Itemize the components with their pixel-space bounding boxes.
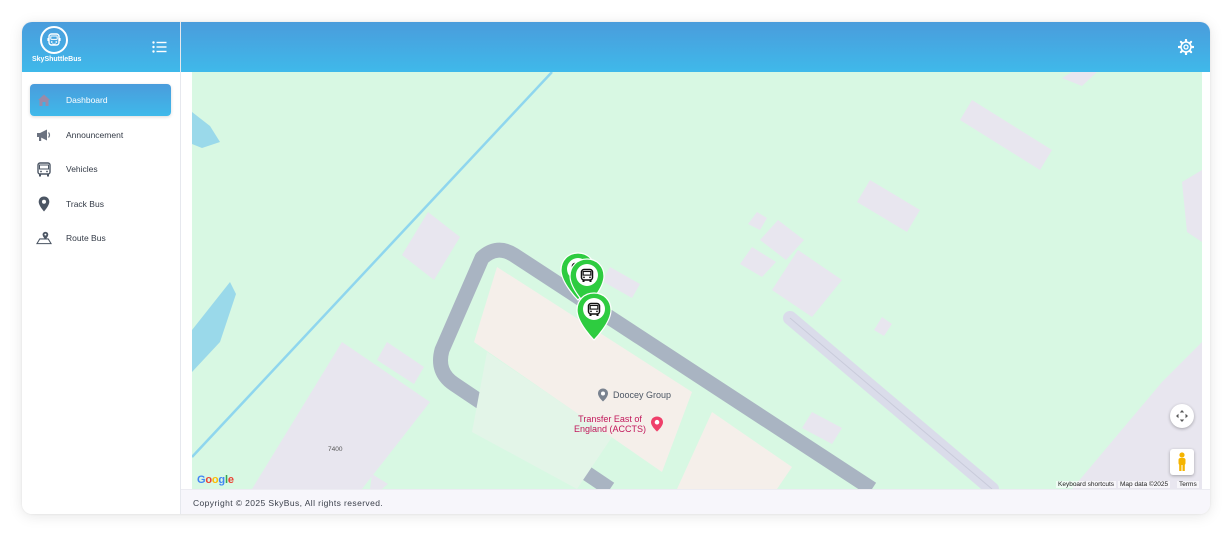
- sidebar-item-label: Vehicles: [66, 164, 98, 174]
- map-view[interactable]: Doocey Group Transfer East of England (A…: [192, 72, 1202, 489]
- sidebar-item-dashboard[interactable]: Dashboard: [30, 84, 171, 116]
- google-logo: Google: [197, 474, 234, 486]
- terms-link[interactable]: Terms: [1177, 481, 1199, 488]
- poi-label-line1: Transfer East of: [578, 414, 642, 424]
- copyright-text: Copyright © 2025 SkyBus, All rights rese…: [193, 498, 384, 508]
- poi-transfer-east-england[interactable]: Transfer East of England (ACCTS): [574, 414, 664, 434]
- sidebar-item-label: Dashboard: [66, 95, 108, 105]
- bus-marker[interactable]: [576, 292, 612, 342]
- megaphone-icon: [36, 127, 52, 143]
- sidebar: SkyShuttleBus Dashboard Announcement Veh…: [22, 22, 181, 514]
- home-icon: [36, 92, 52, 108]
- brand-name: SkyShuttleBus: [32, 56, 82, 63]
- sidebar-item-label: Announcement: [66, 129, 124, 140]
- street-view-pegman-button[interactable]: [1170, 449, 1194, 475]
- brand-header: SkyShuttleBus: [22, 22, 180, 72]
- top-bar: [181, 22, 1210, 72]
- bus-face-icon[interactable]: [40, 26, 68, 54]
- sidebar-item-track-bus[interactable]: Track Bus: [30, 188, 171, 220]
- app-window: SkyShuttleBus Dashboard Announcement Veh…: [22, 22, 1210, 514]
- sidebar-item-label: Route Bus: [66, 233, 106, 243]
- poi-label-line2: England (ACCTS): [574, 424, 647, 434]
- sidebar-item-route-bus[interactable]: Route Bus: [30, 222, 171, 254]
- poi-pin-icon: [651, 416, 664, 432]
- pegman-icon: [1178, 452, 1186, 471]
- footer: Copyright © 2025 SkyBus, All rights rese…: [181, 489, 1210, 514]
- camera-control-button[interactable]: [1170, 404, 1194, 428]
- poi-label: Transfer East of England (ACCTS): [574, 414, 646, 434]
- sidebar-nav: Dashboard Announcement Vehicles Track Bu…: [30, 84, 171, 257]
- building-number: 7400: [328, 446, 343, 453]
- gear-icon[interactable]: [1177, 38, 1195, 56]
- poi-doocey-group[interactable]: Doocey Group: [597, 388, 671, 402]
- bus-icon: [36, 161, 52, 177]
- sidebar-item-label: Track Bus: [66, 198, 104, 209]
- map-tiles: [192, 72, 1202, 489]
- poi-label: Doocey Group: [613, 390, 672, 400]
- location-pin-icon: [36, 196, 52, 212]
- menu-list-icon[interactable]: [150, 38, 168, 56]
- move-arrows-icon: [1176, 410, 1188, 422]
- map-data-attribution: Map data ©2025: [1118, 481, 1171, 488]
- sidebar-item-vehicles[interactable]: Vehicles: [30, 153, 171, 185]
- keyboard-shortcuts-link[interactable]: Keyboard shortcuts: [1056, 481, 1117, 488]
- map-route-icon: [36, 230, 52, 246]
- sidebar-item-announcement[interactable]: Announcement: [30, 119, 171, 151]
- poi-pin-icon: [598, 388, 608, 402]
